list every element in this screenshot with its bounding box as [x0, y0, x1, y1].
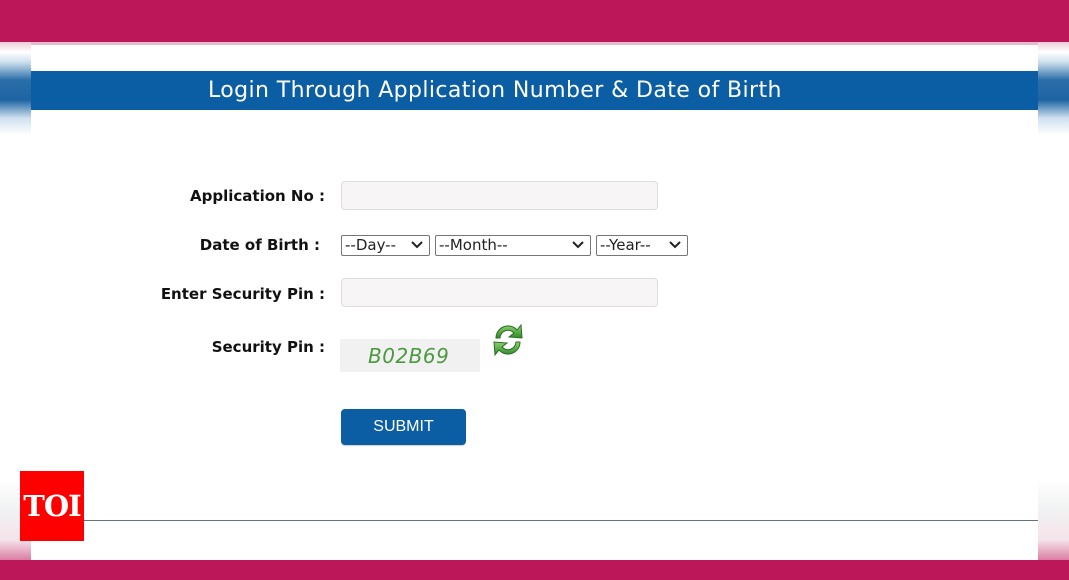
date-of-birth-label: Date of Birth :: [199, 236, 320, 254]
right-edge-fade: [1038, 0, 1069, 580]
month-select-value: --Month--: [439, 236, 508, 254]
submit-button[interactable]: SUBMIT: [341, 409, 466, 445]
month-select[interactable]: --Month--: [435, 235, 591, 256]
bottom-banner: [0, 560, 1069, 580]
chevron-down-icon: [669, 241, 681, 249]
top-banner: [0, 0, 1069, 42]
enter-security-pin-label: Enter Security Pin :: [160, 285, 325, 303]
footer-divider: [83, 520, 1038, 521]
captcha-image: B02B69: [340, 339, 480, 372]
application-no-input[interactable]: [341, 181, 658, 210]
security-pin-label: Security Pin :: [211, 338, 325, 356]
refresh-icon[interactable]: [488, 320, 528, 360]
application-no-label: Application No :: [190, 187, 325, 205]
day-select[interactable]: --Day--: [341, 235, 430, 256]
day-select-value: --Day--: [345, 236, 397, 254]
year-select-value: --Year--: [600, 236, 651, 254]
chevron-down-icon: [411, 241, 423, 249]
page-title: Login Through Application Number & Date …: [208, 78, 782, 103]
captcha-text: B02B69: [368, 344, 450, 368]
year-select[interactable]: --Year--: [596, 235, 688, 256]
toi-watermark-logo: TOI: [20, 471, 84, 541]
chevron-down-icon: [572, 241, 584, 249]
security-pin-input[interactable]: [341, 278, 658, 307]
section-header: Login Through Application Number & Date …: [31, 71, 1038, 110]
